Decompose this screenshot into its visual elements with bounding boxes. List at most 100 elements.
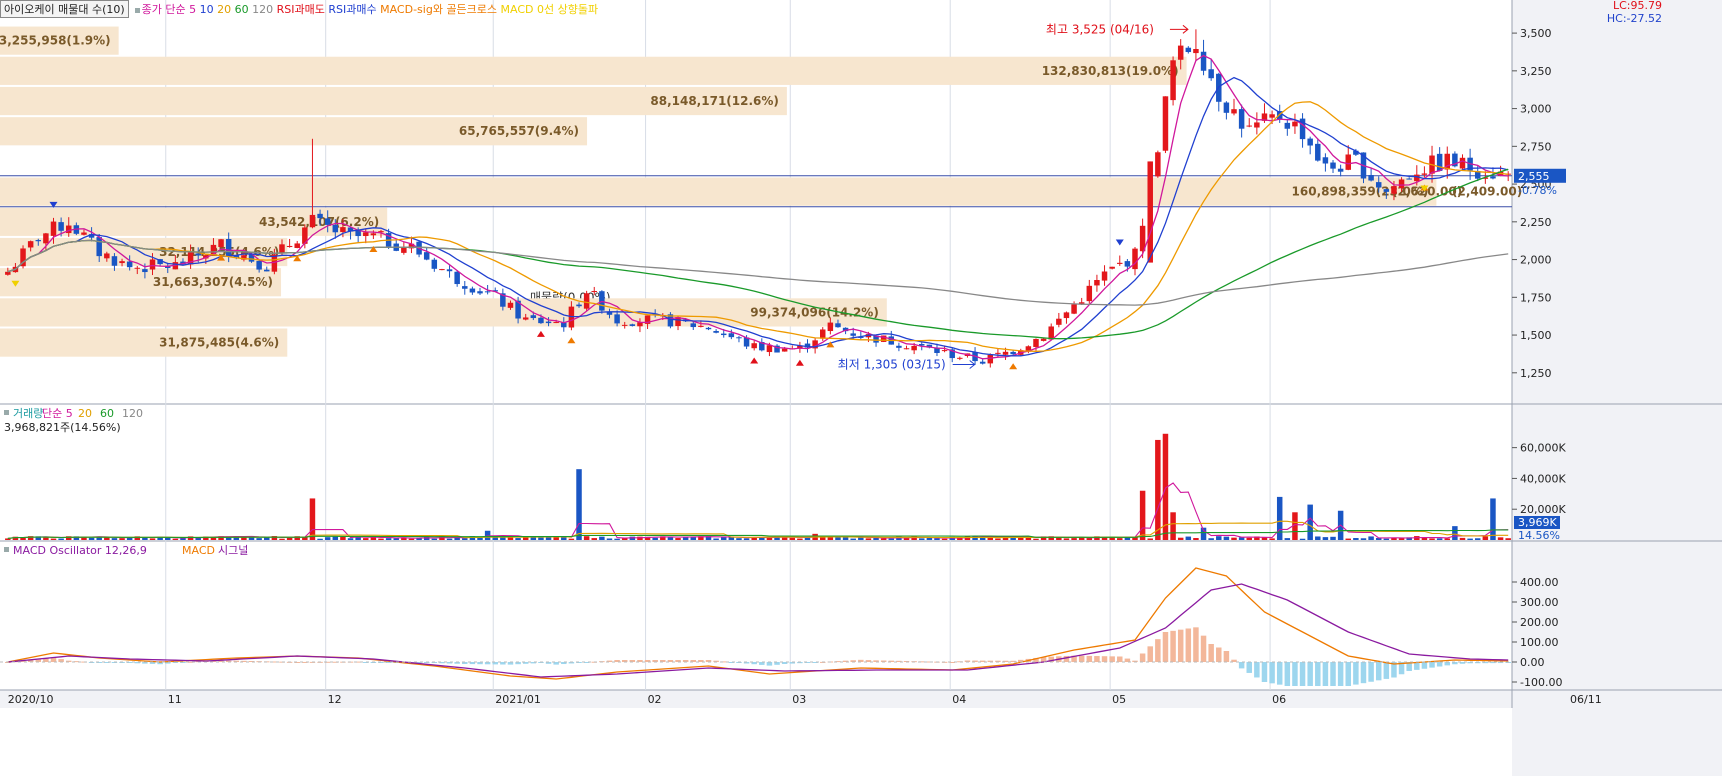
macd-hist-bar bbox=[1345, 662, 1351, 686]
lc-readout: LC:95.79 bbox=[1612, 0, 1662, 12]
legend-item[interactable]: RSI과매도 bbox=[277, 3, 329, 16]
macd-hist-bar bbox=[1094, 656, 1100, 662]
volume-bar bbox=[934, 538, 940, 540]
candle-body bbox=[1391, 186, 1397, 194]
candle-body bbox=[454, 271, 460, 285]
volume-bar bbox=[340, 537, 346, 540]
volume-bar bbox=[119, 538, 125, 540]
candle-body bbox=[1406, 178, 1412, 180]
volume-bar bbox=[1436, 538, 1443, 540]
candle-body bbox=[1398, 179, 1405, 189]
profile-band-label: 31,663,307(4.5%) bbox=[153, 275, 273, 289]
volume-bar bbox=[431, 538, 438, 540]
macd-legend: MACD Oscillator 12,26,9 MACD 시그널 bbox=[4, 544, 248, 557]
high-annotation: 최고 3,525 (04/16) bbox=[1046, 22, 1154, 36]
candle-body bbox=[477, 291, 483, 294]
candle-body bbox=[218, 239, 224, 247]
candle-body bbox=[469, 288, 476, 293]
volume-bar bbox=[1193, 538, 1199, 540]
candle-body bbox=[1330, 162, 1336, 169]
volume-bar bbox=[279, 538, 285, 540]
legend-item[interactable]: 60 bbox=[235, 3, 253, 16]
macd-hist-bar bbox=[1261, 662, 1268, 682]
candle-body bbox=[979, 361, 986, 364]
volume-bar bbox=[553, 537, 559, 540]
macd-hist-bar bbox=[1124, 658, 1131, 662]
volume-bar bbox=[165, 537, 171, 540]
candle-body bbox=[629, 324, 636, 326]
legend-item[interactable]: 120 bbox=[252, 3, 277, 16]
volume-bar bbox=[324, 537, 331, 540]
candle-body bbox=[1101, 271, 1108, 281]
volume-bar bbox=[736, 538, 742, 540]
volume-bar bbox=[378, 538, 384, 540]
candle-body bbox=[1185, 47, 1192, 53]
candle-body bbox=[1132, 248, 1138, 270]
chart-svg: 2020/10 11 12 2021/01 02 03 04 05 06 06/11 1,250 1,… bbox=[0, 0, 1722, 776]
legend-item[interactable]: MACD-sig와 골든크로스 bbox=[380, 3, 500, 16]
legend-item[interactable]: 20 bbox=[217, 3, 235, 16]
candle-body bbox=[1345, 154, 1351, 170]
volume-bar bbox=[1353, 538, 1359, 540]
macd-tick-label: -100.00 bbox=[1520, 676, 1562, 689]
candle-body bbox=[507, 302, 514, 308]
candle-body bbox=[698, 325, 704, 327]
candle-body bbox=[370, 233, 377, 236]
legend-item[interactable]: MACD 0선 상향돌파 bbox=[501, 3, 599, 16]
legend-item[interactable]: RSI과매수 bbox=[328, 3, 380, 16]
macd-hist-bar bbox=[766, 662, 773, 666]
volume-pct-label: 14.56% bbox=[1518, 529, 1560, 542]
volume-bar bbox=[111, 538, 118, 540]
candle-body bbox=[1337, 168, 1344, 172]
volume-bar bbox=[1170, 512, 1176, 540]
volume-bar bbox=[1246, 537, 1252, 540]
volume-bar bbox=[1421, 537, 1428, 540]
macd-hist-bar bbox=[1299, 662, 1306, 686]
candle-body bbox=[401, 247, 407, 253]
macd-hist-bar bbox=[1322, 662, 1329, 686]
volume-bar bbox=[675, 538, 681, 540]
macd-hist-bar bbox=[1284, 662, 1291, 686]
candle-body bbox=[766, 345, 773, 353]
volume-bar bbox=[1177, 537, 1184, 540]
volume-bar bbox=[1307, 504, 1313, 540]
macd-hist-bar bbox=[1200, 635, 1207, 662]
candle-body bbox=[256, 260, 262, 270]
candle-body bbox=[340, 227, 346, 232]
macd-hist-bar bbox=[1139, 653, 1146, 662]
legend-item[interactable]: 종가 단순 bbox=[142, 3, 189, 16]
macd-hist-bar bbox=[1078, 655, 1085, 662]
volume-bar bbox=[477, 537, 483, 540]
volume-bar bbox=[317, 538, 323, 540]
legend-item[interactable]: 10 bbox=[200, 3, 218, 16]
candle-body bbox=[690, 323, 697, 328]
volume-bar bbox=[538, 537, 544, 540]
candle-body bbox=[332, 224, 339, 233]
candle-body bbox=[545, 321, 552, 324]
candle-body bbox=[728, 333, 735, 338]
price-pane-header: 아이오케이 매물대 수(10) 종가 단순 5 10 20 60 120 RSI… bbox=[0, 0, 598, 18]
volume-bar bbox=[1231, 537, 1237, 540]
volume-bar bbox=[713, 538, 719, 540]
candle-body bbox=[423, 252, 430, 260]
macd-hist-bar bbox=[1307, 662, 1313, 686]
candle-body bbox=[819, 329, 826, 339]
macd-hist-bar bbox=[1368, 662, 1374, 682]
volume-bar bbox=[1505, 538, 1511, 540]
macd-hist-bar bbox=[1101, 656, 1108, 662]
candle-body bbox=[264, 269, 270, 272]
candle-body bbox=[1048, 326, 1054, 340]
candle-body bbox=[911, 345, 917, 351]
volume-last-label: 3,969K bbox=[1518, 516, 1557, 529]
candle-body bbox=[286, 245, 293, 248]
low-annotation: 최저 1,305 (03/15) bbox=[838, 358, 946, 372]
candle-body bbox=[522, 317, 529, 320]
candle-body bbox=[1002, 351, 1009, 355]
macd-hist-bar bbox=[1254, 662, 1260, 678]
volume-bar bbox=[1299, 538, 1306, 540]
chart-title[interactable]: 아이오케이 매물대 수(10) bbox=[0, 0, 129, 18]
x-tick-label: 2021/01 bbox=[495, 693, 541, 706]
candle-body bbox=[903, 348, 910, 350]
legend-item[interactable]: 5 bbox=[189, 3, 200, 16]
macd-hist-bar bbox=[1292, 662, 1298, 686]
